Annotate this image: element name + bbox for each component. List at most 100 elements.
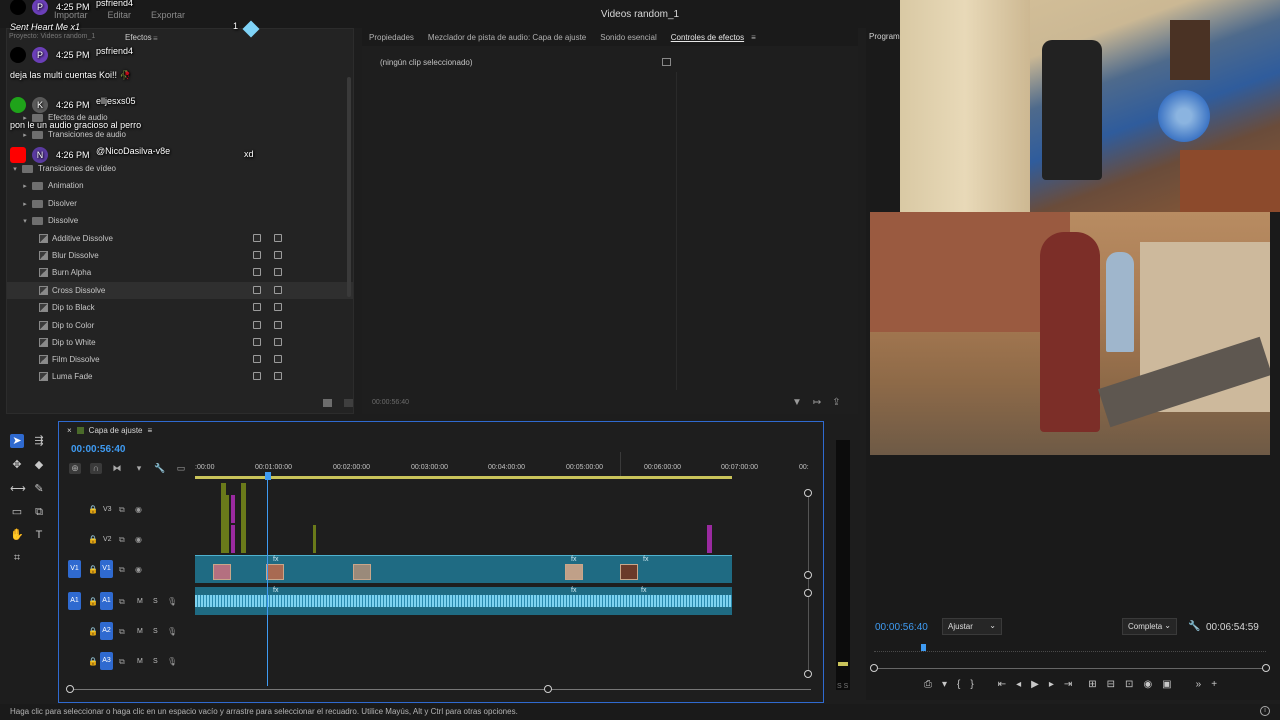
- solo-button[interactable]: S: [153, 598, 158, 605]
- vscroll-handle-top[interactable]: [804, 489, 812, 497]
- close-icon[interactable]: ×: [67, 426, 72, 435]
- mute-button[interactable]: M: [137, 598, 143, 605]
- microphone-icon[interactable]: 🎙: [167, 597, 177, 606]
- source-patch-button[interactable]: V1: [68, 560, 81, 578]
- mark-out-icon[interactable]: }: [970, 679, 973, 690]
- program-zoom-bar[interactable]: [874, 668, 1266, 669]
- track-target-a2[interactable]: A2: [100, 622, 113, 640]
- tab-essential-sound[interactable]: Sonido esencial: [593, 33, 663, 42]
- track-target-a1[interactable]: A1: [100, 592, 113, 610]
- solo-button[interactable]: S: [153, 658, 158, 665]
- adjustment-clip[interactable]: [241, 495, 246, 553]
- export-icon[interactable]: ⇪: [832, 397, 840, 408]
- add-button-icon[interactable]: +: [1211, 679, 1217, 690]
- sync-lock-icon[interactable]: ⧉: [119, 535, 125, 545]
- tree-effect-item[interactable]: Cross Dissolve: [7, 282, 353, 299]
- tree-effect-item[interactable]: Additive Dissolve: [7, 230, 353, 247]
- audio-clip[interactable]: fx fx fx: [195, 587, 732, 615]
- add-marker-icon[interactable]: ▾: [942, 679, 947, 690]
- zoom-handle-right[interactable]: [1262, 664, 1270, 672]
- tree-effect-item[interactable]: Blur Dissolve: [7, 247, 353, 264]
- nest-toggle-icon[interactable]: ⊕: [69, 463, 81, 474]
- track-target-v1[interactable]: V1: [100, 560, 113, 578]
- track-select-tool-icon[interactable]: ⇶: [32, 434, 46, 448]
- eye-icon[interactable]: ◉: [135, 565, 142, 574]
- work-area-bar[interactable]: [195, 476, 732, 479]
- tree-folder[interactable]: ▾ Dissolve: [7, 212, 353, 229]
- sync-lock-icon[interactable]: ⧉: [119, 597, 125, 607]
- mute-button[interactable]: M: [137, 628, 143, 635]
- more-controls-icon[interactable]: »: [1196, 679, 1202, 690]
- vscroll-handle-bottom[interactable]: [804, 670, 812, 678]
- zoom-handle-left[interactable]: [870, 664, 878, 672]
- lock-icon[interactable]: 🔒: [88, 565, 98, 574]
- vertical-scrollbar[interactable]: [347, 77, 351, 297]
- overwrite-icon[interactable]: ⊟: [1107, 679, 1115, 690]
- tab-effect-controls[interactable]: Controles de efectos: [664, 33, 751, 42]
- microphone-icon[interactable]: 🎙: [167, 657, 177, 666]
- tab-menu-icon[interactable]: ≡: [751, 33, 763, 42]
- adjustment-clip[interactable]: [221, 495, 229, 553]
- slip-tool-icon[interactable]: ⧉: [32, 505, 46, 519]
- tab-properties[interactable]: Propiedades: [362, 33, 421, 42]
- track-target-v2[interactable]: V2: [103, 536, 112, 543]
- lock-icon[interactable]: 🔒: [88, 597, 98, 606]
- linked-selection-icon[interactable]: ⧓: [111, 463, 123, 474]
- lift-icon[interactable]: ⊡: [1125, 679, 1133, 690]
- add-marker-icon[interactable]: ▾: [133, 463, 145, 474]
- tree-folder[interactable]: ▾ Transiciones de vídeo: [7, 160, 353, 177]
- source-patch-button[interactable]: A1: [68, 592, 81, 610]
- tree-effect-item[interactable]: Dip to Color: [7, 317, 353, 334]
- solo-button[interactable]: S: [153, 628, 158, 635]
- insert-icon[interactable]: ⊞: [1088, 679, 1096, 690]
- chevron-right-icon[interactable]: ▸: [21, 182, 29, 190]
- sync-lock-icon[interactable]: ⧉: [119, 505, 125, 515]
- adjustment-clip[interactable]: [707, 525, 712, 553]
- program-time-ruler[interactable]: [874, 646, 1266, 652]
- wrench-icon[interactable]: 🔧: [1188, 621, 1200, 632]
- timeline-horizontal-scrollbar[interactable]: [69, 689, 811, 690]
- timeline-timecode[interactable]: 00:00:56:40: [71, 444, 125, 455]
- sequence-tab[interactable]: × Capa de ajuste ≡: [67, 426, 152, 435]
- playhead-handle[interactable]: [265, 472, 271, 480]
- mark-in-icon[interactable]: {: [957, 679, 960, 690]
- step-forward-icon[interactable]: ▸: [1049, 679, 1054, 690]
- move-tool-icon[interactable]: ✥: [10, 458, 24, 472]
- scroll-handle-right[interactable]: [544, 685, 552, 693]
- hamburger-menu-icon[interactable]: ≡: [153, 34, 158, 43]
- project-header[interactable]: Proyecto: Videos random_1: [9, 33, 95, 40]
- program-monitor-tab[interactable]: Programa: [869, 32, 904, 41]
- tree-effect-item[interactable]: Dip to White: [7, 334, 353, 351]
- tree-effect-item[interactable]: Burn Alpha: [7, 264, 353, 281]
- sync-lock-icon[interactable]: ⧉: [119, 565, 125, 575]
- info-icon[interactable]: i: [1260, 706, 1270, 716]
- type-tool-icon[interactable]: T: [32, 528, 46, 542]
- step-back-icon[interactable]: ◂: [1016, 679, 1021, 690]
- eye-icon[interactable]: ◉: [135, 505, 142, 514]
- sync-lock-icon[interactable]: ⧉: [119, 657, 125, 667]
- lock-icon[interactable]: 🔒: [88, 505, 98, 514]
- track-target-a3[interactable]: A3: [100, 652, 113, 670]
- captions-icon[interactable]: ▭: [175, 463, 187, 474]
- panel-toggle-icon[interactable]: [662, 58, 671, 66]
- hamburger-menu-icon[interactable]: ≡: [148, 426, 153, 435]
- tree-effect-item[interactable]: Film Dissolve: [7, 351, 353, 368]
- vscroll-handle-mid[interactable]: [804, 571, 812, 579]
- play-icon[interactable]: ▶: [1031, 679, 1039, 690]
- mute-button[interactable]: M: [137, 658, 143, 665]
- rectangle-tool-icon[interactable]: ▭: [10, 505, 24, 519]
- timeline-settings-icon[interactable]: 🔧: [154, 463, 166, 474]
- adjustment-clip[interactable]: [231, 525, 235, 553]
- zoom-fit-select[interactable]: Ajustar ⌄: [942, 618, 1002, 635]
- play-audio-icon[interactable]: ↦: [813, 397, 821, 408]
- chevron-right-icon[interactable]: ▸: [21, 200, 29, 208]
- microphone-icon[interactable]: 🎙: [167, 627, 177, 636]
- go-to-out-icon[interactable]: ⇥: [1064, 679, 1072, 690]
- program-playhead[interactable]: [921, 644, 926, 651]
- ripple-edit-tool-icon[interactable]: ⟷: [10, 482, 26, 496]
- vscroll-handle-audio-top[interactable]: [804, 589, 812, 597]
- trash-icon[interactable]: [344, 399, 353, 407]
- captions-tool-icon[interactable]: ⌗: [10, 551, 24, 565]
- snap-icon[interactable]: ∩: [90, 463, 102, 474]
- pen-tool-icon[interactable]: ✎: [32, 482, 46, 496]
